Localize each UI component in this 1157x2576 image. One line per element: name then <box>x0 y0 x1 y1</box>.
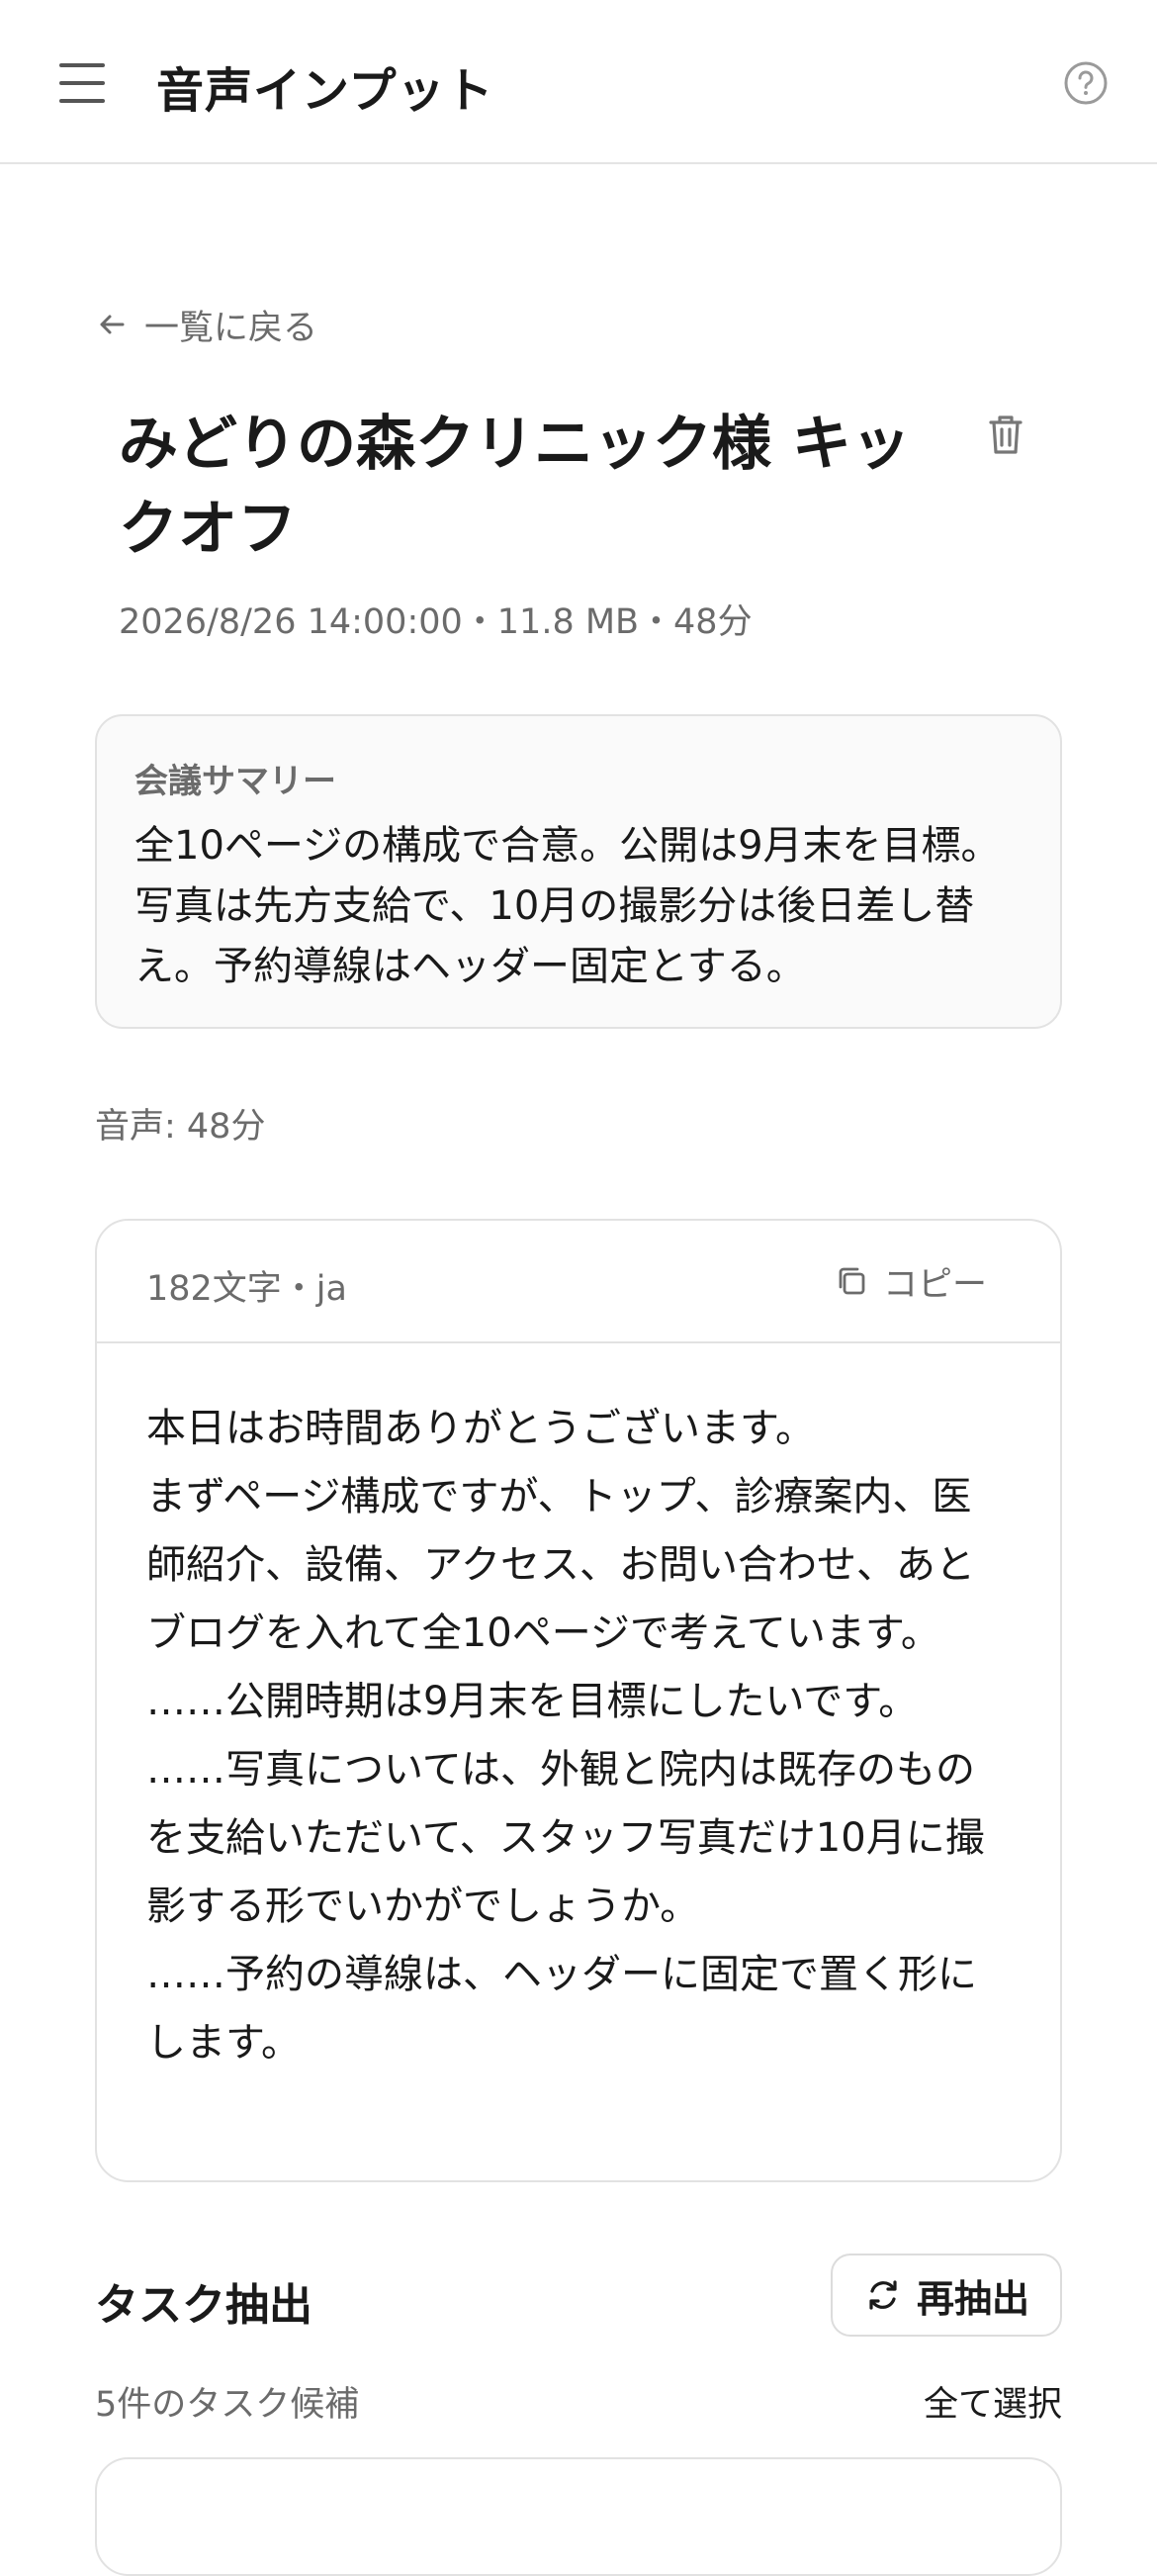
copy-label: コピー <box>882 1264 987 1305</box>
transcript-line: ……公開時期は9月末を目標にしたいです。 <box>146 1679 919 1724</box>
audio-duration: 音声: 48分 <box>95 1107 266 1147</box>
summary-card: 会議サマリー 全10ページの構成で合意。公開は9月末を目標。写真は先方支給で、1… <box>95 714 1062 1029</box>
meeting-meta: 2026/8/26 14:00:00・11.8 MB・48分 <box>119 602 753 642</box>
refresh-icon <box>869 2280 897 2310</box>
copy-icon <box>839 1267 865 1295</box>
task-extraction-title: タスク抽出 <box>95 2280 312 2331</box>
trash-icon[interactable] <box>981 410 1030 459</box>
reextract-button[interactable]: 再抽出 <box>831 2254 1062 2337</box>
transcript-text: 本日はお時間ありがとうございます。 まずページ構成ですが、トップ、診療案内、医師… <box>97 1343 1060 2077</box>
reextract-label: 再抽出 <box>916 2276 1029 2321</box>
transcript-line: 本日はお時間ありがとうございます。 <box>146 1406 815 1451</box>
back-link-label: 一覧に戻る <box>144 308 318 348</box>
task-card[interactable] <box>95 2457 1062 2576</box>
question-circle-icon[interactable] <box>1062 59 1110 107</box>
meeting-title: みどりの森クリニック様 キックオフ <box>119 410 911 564</box>
transcript-line: まずページ構成ですが、トップ、診療案内、医師紹介、設備、アクセス、お問い合わせ、… <box>146 1474 975 1656</box>
transcript-card: 182文字・ja コピー 本日はお時間ありがとうございます。 まずページ構成です… <box>95 1219 1062 2182</box>
summary-text: 全10ページの構成で合意。公開は9月末を目標。写真は先方支給で、10月の撮影分は… <box>134 823 1001 989</box>
arrow-left-icon <box>100 315 125 334</box>
back-to-list-link[interactable]: 一覧に戻る <box>95 301 317 348</box>
char-count: 182文字・ja <box>146 1269 347 1309</box>
copy-button[interactable]: コピー <box>834 1254 987 1308</box>
transcript-header: 182文字・ja コピー <box>97 1221 1060 1343</box>
select-all-link[interactable]: 全て選択 <box>924 2376 1062 2427</box>
app-header: 音声インプット <box>0 0 1157 164</box>
hamburger-menu-icon[interactable] <box>59 63 107 103</box>
app-title: 音声インプット <box>156 63 494 119</box>
transcript-line: ……予約の導線は、ヘッダーに固定で置く形にします。 <box>146 1952 977 2066</box>
summary-label: 会議サマリー <box>134 762 336 801</box>
task-candidate-count: 5件のタスク候補 <box>95 2385 360 2425</box>
transcript-line: ……写真については、外観と院内は既存のものを支給いただいて、スタッフ写真だけ10… <box>146 1747 985 1929</box>
